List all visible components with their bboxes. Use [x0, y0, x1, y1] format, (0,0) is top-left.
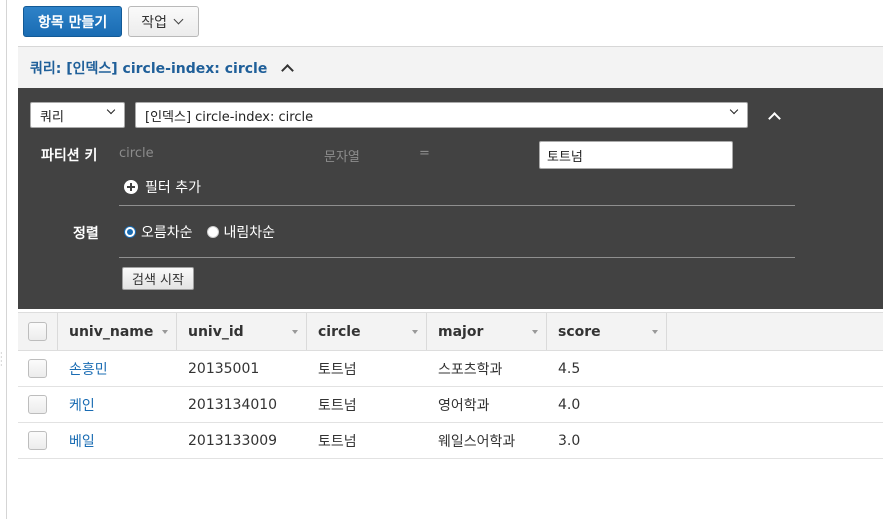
actions-label: 작업: [141, 14, 168, 31]
column-header-univ-name[interactable]: univ_name: [58, 313, 177, 350]
table-row[interactable]: 베일 2013133009 토트넘 웨일스어학과 3.0: [18, 423, 883, 459]
column-header-label: major: [438, 323, 484, 340]
table-row[interactable]: 케인 2013134010 토트넘 영어학과 4.0: [18, 387, 883, 423]
sort-icon[interactable]: [292, 330, 298, 334]
cell-circle: 토트넘: [318, 433, 357, 450]
column-header-univ-id[interactable]: univ_id: [177, 313, 307, 350]
sort-icon[interactable]: [532, 330, 538, 334]
divider: [119, 257, 795, 258]
cell-major: 웨일스어학과: [438, 433, 516, 450]
row-select-cell: [18, 351, 58, 386]
collapse-panel-icon[interactable]: [768, 112, 781, 125]
actions-dropdown-button[interactable]: 작업: [128, 6, 200, 37]
sort-descending-label: 내림차순: [223, 225, 276, 241]
sort-descending-radio[interactable]: 내림차순: [206, 222, 276, 242]
partition-key-name: circle: [119, 146, 154, 161]
query-panel: 쿼리 [인덱스] circle-index: circle 파티션 키 circ…: [18, 88, 883, 309]
column-header-label: univ_id: [188, 323, 244, 340]
row-checkbox[interactable]: [28, 359, 47, 378]
cell-univ-id: 2013133009: [188, 432, 278, 449]
chevron-up-icon[interactable]: [281, 64, 295, 77]
query-mode-value: 쿼리: [40, 109, 64, 125]
sort-icon[interactable]: [652, 330, 658, 334]
start-search-button[interactable]: 검색 시작: [122, 267, 194, 290]
cell-major: 스포츠학과: [438, 361, 503, 378]
row-select-cell: [18, 423, 58, 458]
create-item-button[interactable]: 항목 만들기: [23, 6, 123, 37]
operator-label: =: [419, 146, 430, 161]
cell-score: 4.0: [558, 396, 581, 413]
table-row[interactable]: 손흥민 20135001 토트넘 스포츠학과 4.5: [18, 351, 883, 387]
chevron-down-icon: [729, 105, 739, 115]
add-filter-button[interactable]: 필터 추가: [124, 177, 201, 197]
start-search-label: 검색 시작: [132, 273, 184, 288]
partition-key-type: 문자열: [324, 150, 360, 165]
query-header-title: 쿼리: [인덱스] circle-index: circle: [30, 60, 268, 77]
partition-key-value: 토트넘: [547, 149, 583, 165]
item-link[interactable]: 케인: [69, 395, 95, 415]
partition-key-label: 파티션 키: [41, 148, 98, 164]
cell-score: 4.5: [558, 360, 581, 377]
query-section-header[interactable]: 쿼리: [인덱스] circle-index: circle: [18, 46, 883, 88]
column-header-label: score: [558, 323, 601, 340]
left-divider: [6, 0, 7, 519]
column-header-score[interactable]: score: [547, 313, 667, 350]
sort-order-group: 오름차순 내림차순: [124, 222, 275, 242]
sort-label: 정렬: [73, 226, 99, 242]
query-mode-select[interactable]: 쿼리: [30, 102, 125, 128]
cell-univ-id: 2013134010: [188, 396, 278, 413]
column-header-circle[interactable]: circle: [307, 313, 427, 350]
cell-univ-name[interactable]: 케인: [58, 387, 177, 422]
add-filter-label: 필터 추가: [145, 180, 201, 196]
row-checkbox[interactable]: [28, 431, 47, 450]
create-item-label: 항목 만들기: [38, 14, 108, 31]
cell-univ-name[interactable]: 손흥민: [58, 351, 177, 386]
cell-circle: 토트넘: [318, 397, 357, 414]
cell-univ-name[interactable]: 베일: [58, 423, 177, 458]
item-link[interactable]: 베일: [69, 431, 95, 451]
radio-selected-icon: [124, 226, 136, 238]
cell-univ-id: 20135001: [188, 360, 260, 377]
resize-grip-icon[interactable]: · · · ·: [0, 350, 4, 370]
row-checkbox[interactable]: [28, 395, 47, 414]
sort-icon[interactable]: [162, 330, 168, 334]
sort-ascending-radio[interactable]: 오름차순: [124, 222, 193, 242]
results-table: univ_name univ_id circle major score 손흥민…: [18, 312, 883, 459]
toolbar: 항목 만들기 작업: [23, 6, 200, 37]
cell-score: 3.0: [558, 432, 581, 449]
chevron-down-icon: [106, 105, 116, 115]
divider: [119, 205, 795, 206]
index-select[interactable]: [인덱스] circle-index: circle: [135, 102, 748, 128]
sort-icon[interactable]: [412, 330, 418, 334]
column-header-label: circle: [318, 323, 361, 340]
select-all-checkbox[interactable]: [28, 322, 47, 341]
item-link[interactable]: 손흥민: [69, 359, 108, 379]
index-select-value: [인덱스] circle-index: circle: [145, 109, 314, 125]
row-select-cell: [18, 387, 58, 422]
table-header-row: univ_name univ_id circle major score: [18, 312, 883, 351]
plus-circle-icon: [124, 180, 138, 194]
chevron-down-icon: [173, 14, 184, 25]
select-all-cell: [18, 313, 58, 350]
radio-unselected-icon: [206, 226, 219, 238]
column-header-major[interactable]: major: [427, 313, 547, 350]
column-header-label: univ_name: [69, 323, 154, 340]
sort-ascending-label: 오름차순: [141, 225, 193, 241]
cell-circle: 토트넘: [318, 361, 357, 378]
partition-key-value-input[interactable]: 토트넘: [539, 141, 733, 169]
cell-major: 영어학과: [438, 397, 490, 414]
